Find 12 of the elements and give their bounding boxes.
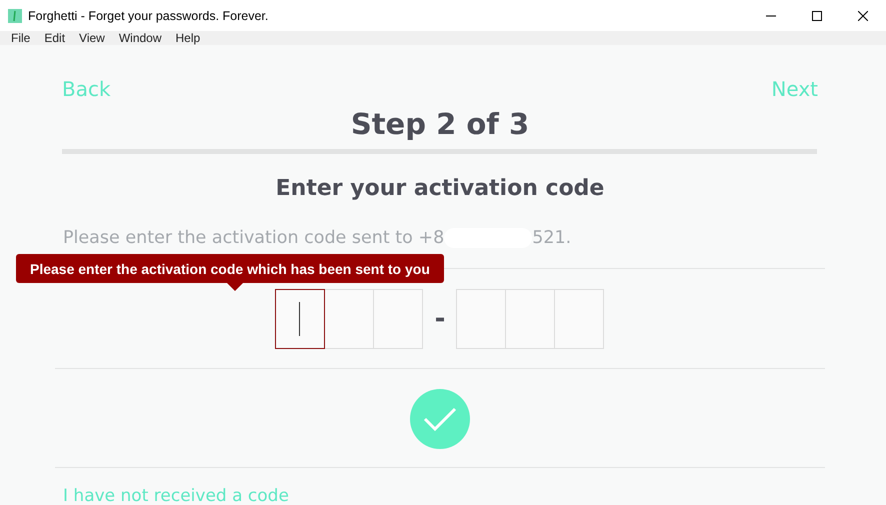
menu-item[interactable]: Help (168, 31, 208, 45)
step-title: Step 2 of 3 (350, 107, 530, 141)
heading: Enter your activation code (274, 176, 606, 201)
menu-item[interactable]: View (72, 31, 112, 45)
tooltip: Please enter the activation code which has been sent to you (16, 254, 444, 283)
window-title: Forghetti - Forget your passwords. Forever. (28, 8, 270, 22)
menu-item[interactable]: File (4, 31, 38, 45)
menu-item[interactable]: Window (112, 31, 169, 45)
menu-item[interactable]: Edit (37, 31, 72, 45)
instruction-text-end: 521. (532, 228, 572, 248)
instruction-text: Please enter the activation code sent to +8 (63, 228, 444, 248)
separator: - (434, 304, 446, 334)
